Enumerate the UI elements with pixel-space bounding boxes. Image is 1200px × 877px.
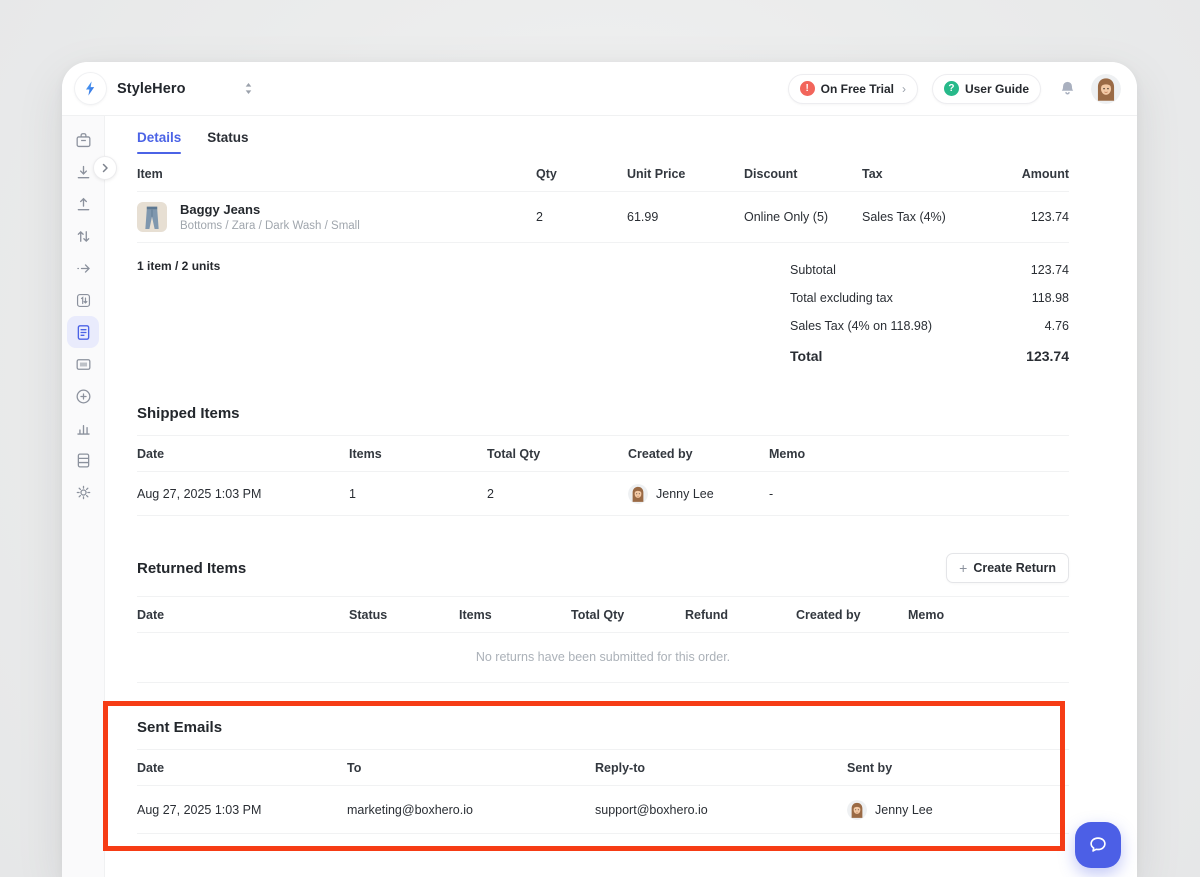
sidebar-item-items[interactable] [67, 124, 99, 156]
chevron-right-icon: › [902, 82, 906, 96]
returned-header: Date Status Items Total Qty Refund Creat… [137, 597, 1069, 633]
email-to: marketing@boxhero.io [347, 803, 595, 817]
shipped-header: Date Items Total Qty Created by Memo [137, 436, 1069, 472]
sidebar-item-past-quantity[interactable] [67, 284, 99, 316]
items-summary: 1 item / 2 units [137, 259, 220, 273]
total-excl-tax-row: Total excluding tax118.98 [790, 284, 1069, 312]
shipped-date: Aug 27, 2025 1:03 PM [137, 487, 349, 501]
sidebar [62, 116, 105, 877]
shipped-items-section: Shipped Items Date Items Total Qty Creat… [137, 405, 1069, 516]
sent-email-row[interactable]: Aug 27, 2025 1:03 PM marketing@boxhero.i… [137, 786, 1069, 834]
returned-items-section: Returned Items + Create Return Date Stat… [137, 553, 1069, 683]
sidebar-item-add[interactable] [67, 380, 99, 412]
stock-out-icon [74, 195, 93, 214]
purchase-sales-icon [74, 323, 93, 342]
workspace-switcher[interactable] [243, 82, 254, 95]
chat-bubble-icon [1087, 834, 1109, 856]
sidebar-item-settings[interactable] [67, 476, 99, 508]
email-reply-to: support@boxhero.io [595, 803, 847, 817]
data-icon [74, 451, 93, 470]
chevron-right-icon [100, 163, 110, 173]
shipped-items-count: 1 [349, 487, 487, 501]
email-sent-by: Jenny Lee [847, 800, 1069, 820]
topbar: StyleHero ! On Free Trial › ? User Guide [62, 62, 1137, 116]
notifications-button[interactable] [1058, 79, 1077, 99]
user-guide-label: User Guide [965, 82, 1029, 96]
creator-avatar [628, 484, 648, 504]
workspace-name: StyleHero [117, 81, 186, 97]
sent-emails-section: Sent Emails Date To Reply-to Sent by Aug… [137, 719, 1069, 834]
sender-avatar [847, 800, 867, 820]
sidebar-item-data[interactable] [67, 444, 99, 476]
sidebar-item-adjust[interactable] [67, 220, 99, 252]
sent-emails-title: Sent Emails [137, 719, 1069, 736]
order-items-header: Item Qty Unit Price Discount Tax Amount [137, 156, 1069, 192]
shipped-items-title: Shipped Items [137, 405, 1069, 422]
sidebar-item-analytics[interactable] [67, 412, 99, 444]
email-date: Aug 27, 2025 1:03 PM [137, 803, 347, 817]
box-icon [74, 131, 93, 150]
add-circle-icon [74, 387, 93, 406]
grand-total-row: Total123.74 [790, 340, 1069, 372]
col-qty: Qty [536, 167, 627, 181]
sidebar-expand-button[interactable] [93, 156, 117, 180]
lightning-bolt-icon [82, 80, 99, 97]
item-amount: 123.74 [982, 210, 1069, 224]
bell-icon [1058, 79, 1077, 99]
sort-arrows-icon [243, 82, 254, 95]
shipped-memo: - [769, 487, 1069, 501]
item-name: Baggy Jeans [180, 202, 360, 218]
user-avatar[interactable] [1091, 74, 1121, 104]
col-amount: Amount [982, 167, 1069, 181]
col-tax: Tax [862, 167, 982, 181]
col-unit-price: Unit Price [627, 167, 744, 181]
order-detail-page: Details Status Item Qty Unit Price Disco… [106, 116, 1137, 877]
help-icon: ? [944, 81, 959, 96]
sidebar-item-labels[interactable] [67, 348, 99, 380]
col-discount: Discount [744, 167, 862, 181]
app-logo[interactable] [75, 73, 106, 104]
app-window: StyleHero ! On Free Trial › ? User Guide [62, 62, 1137, 877]
tab-status[interactable]: Status [207, 130, 248, 154]
tab-details[interactable]: Details [137, 130, 181, 154]
sidebar-item-purchase-sales[interactable] [67, 316, 99, 348]
trial-badge-label: On Free Trial [821, 82, 894, 96]
subtotal-row: Subtotal123.74 [790, 256, 1069, 284]
settings-icon [74, 483, 93, 502]
sent-emails-header: Date To Reply-to Sent by [137, 750, 1069, 786]
sidebar-item-move[interactable] [67, 252, 99, 284]
analytics-icon [74, 419, 93, 438]
stock-in-icon [74, 163, 93, 182]
item-attributes: Bottoms / Zara / Dark Wash / Small [180, 220, 360, 232]
sales-tax-row: Sales Tax (4% on 118.98)4.76 [790, 312, 1069, 340]
adjust-icon [74, 227, 93, 246]
past-quantity-icon [74, 291, 93, 310]
totals-block: Subtotal123.74 Total excluding tax118.98… [790, 256, 1069, 372]
chat-button[interactable] [1075, 822, 1121, 868]
free-trial-badge[interactable]: ! On Free Trial › [788, 74, 918, 104]
item-tax: Sales Tax (4%) [862, 210, 982, 224]
sidebar-item-stock-out[interactable] [67, 188, 99, 220]
user-guide-button[interactable]: ? User Guide [932, 74, 1041, 104]
shipped-total-qty: 2 [487, 487, 628, 501]
returns-empty-message: No returns have been submitted for this … [137, 633, 1069, 683]
item-qty: 2 [536, 210, 627, 224]
shipped-row[interactable]: Aug 27, 2025 1:03 PM 1 2 Jenny Lee - [137, 472, 1069, 516]
tab-bar: Details Status [137, 130, 1069, 154]
item-discount: Online Only (5) [744, 210, 862, 224]
move-icon [74, 259, 93, 278]
plus-icon: + [959, 561, 967, 575]
shipped-created-by: Jenny Lee [628, 484, 769, 504]
trial-alert-icon: ! [800, 81, 815, 96]
create-return-button[interactable]: + Create Return [946, 553, 1069, 583]
item-unit-price: 61.99 [627, 210, 744, 224]
label-icon [74, 355, 93, 374]
item-thumbnail [137, 202, 167, 232]
order-item-row[interactable]: Baggy Jeans Bottoms / Zara / Dark Wash /… [137, 192, 1069, 243]
col-item: Item [137, 167, 536, 181]
returned-items-title: Returned Items [137, 560, 246, 577]
